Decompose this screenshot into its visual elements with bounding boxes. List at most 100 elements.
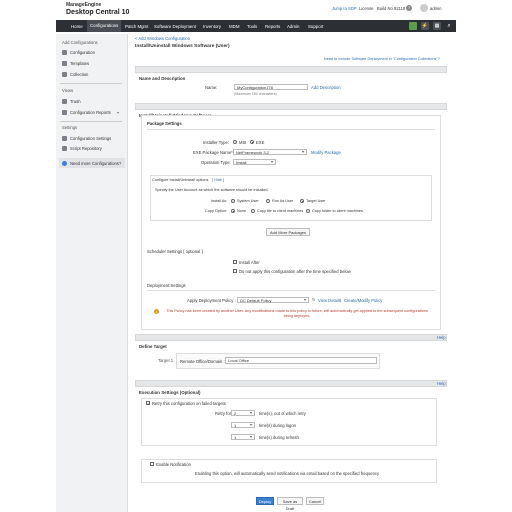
- install-as-runas-radio[interactable]: [266, 199, 270, 203]
- retry-checkbox[interactable]: [146, 401, 150, 406]
- configure-options-title: Configure Install/Uninstall options: [152, 178, 209, 182]
- exe-package-label: EXE Package Name*:: [193, 150, 234, 155]
- chevron-down-icon: ▾: [250, 434, 253, 439]
- sidebar-item-collection[interactable]: Collection: [62, 71, 122, 79]
- installer-msi-radio[interactable]: [233, 140, 237, 144]
- jump-to-sdp-link[interactable]: Jump to SDP: [332, 6, 357, 11]
- modify-package-link[interactable]: Modify Package: [311, 150, 341, 155]
- policy-warning-text: This Policy has been created by another …: [166, 309, 428, 318]
- view-details-link[interactable]: View Details: [318, 298, 341, 303]
- nav-patch-mgmt[interactable]: Patch Mgmt: [125, 24, 148, 29]
- add-description-link[interactable]: Add Description: [311, 85, 341, 90]
- copy-folder-radio[interactable]: [306, 209, 310, 213]
- nav-software-deployment[interactable]: Software Deployment: [154, 24, 196, 29]
- sidebar-item-label: Configuration: [70, 50, 95, 55]
- do-not-apply-checkbox[interactable]: [233, 269, 237, 273]
- operation-type-select[interactable]: Install: [233, 159, 276, 165]
- retry-for-label: Retry for: [215, 411, 232, 416]
- breadcrumb[interactable]: < Add Windows Configuration: [135, 36, 190, 41]
- copy-option-label: Copy Option:: [205, 209, 228, 213]
- install-section-header: Install/Uninstall Windows Software: [135, 103, 447, 118]
- bolt-icon[interactable]: ⚡: [421, 22, 429, 30]
- chevron-down-icon: ▾: [117, 110, 120, 115]
- need-more-label: Need more Configurations?: [70, 160, 122, 166]
- retry-count-text: time(s), out of which retry: [259, 411, 307, 416]
- package-settings-title: Package Settings: [147, 121, 182, 126]
- brand-line1: ManageEngine: [66, 2, 102, 8]
- copy-file-label: Copy file to client machines: [257, 209, 304, 213]
- install-as-system-label: System User: [237, 199, 259, 203]
- installer-exe-radio[interactable]: [250, 140, 254, 144]
- apply-policy-label: Apply Deployment Policy :: [187, 298, 236, 303]
- divider: [60, 121, 122, 122]
- installer-type-label: Installer Type:: [203, 140, 229, 145]
- copy-file-radio[interactable]: [251, 209, 255, 213]
- sidebar-item-configuration[interactable]: Configuration: [62, 49, 122, 57]
- chevron-down-icon: ▾: [302, 149, 305, 154]
- install-after-checkbox[interactable]: [233, 260, 237, 264]
- cancel-button[interactable]: Cancel: [306, 497, 324, 505]
- nav-inventory[interactable]: Inventory: [203, 24, 221, 29]
- brand-line2: Desktop Central 10: [66, 9, 130, 16]
- download-icon[interactable]: [409, 22, 417, 30]
- chevron-down-icon: ▾: [304, 297, 307, 302]
- deploy-button[interactable]: Deploy: [256, 497, 274, 505]
- hide-options-link[interactable]: [ Hide ]: [212, 178, 224, 183]
- warning-icon: !: [154, 309, 159, 314]
- nav-admin[interactable]: Admin: [287, 24, 299, 29]
- install-after-label: Install After: [239, 260, 260, 265]
- installer-exe-label: EXE: [256, 140, 265, 145]
- sidebar-item-trash[interactable]: Trash: [62, 98, 122, 106]
- need-more-configurations-link[interactable]: Need more Configurations?: [59, 158, 125, 168]
- target-help-link[interactable]: Help: [437, 335, 446, 340]
- avatar[interactable]: [420, 4, 428, 12]
- add-more-packages-button[interactable]: Add More Packages: [266, 228, 310, 236]
- install-as-label: Install As:: [211, 199, 228, 203]
- exe-package-select[interactable]: NetFramework 3.2: [233, 149, 307, 155]
- install-as-target-label: Target User: [306, 199, 326, 203]
- include-sw-deployment-link[interactable]: Need to include Software Deployment in "…: [324, 57, 440, 62]
- sidebar-item-label: Trash: [70, 99, 81, 104]
- enable-notification-checkbox[interactable]: [150, 462, 154, 466]
- deployment-policy-select[interactable]: DC Default Policy: [237, 297, 309, 303]
- nav-mdm[interactable]: MDM: [229, 24, 240, 29]
- execution-settings-header: Execution Settings (Optional): [135, 380, 447, 395]
- page-title: Install/Uninstall Windows Software (User…: [135, 44, 230, 49]
- remote-office-input[interactable]: Local Office: [225, 357, 377, 364]
- copy-none-label: None: [237, 209, 247, 213]
- nav-tools[interactable]: Tools: [247, 24, 257, 29]
- nav-configurations[interactable]: Configurations: [87, 20, 122, 32]
- separator: |: [340, 298, 342, 303]
- name-input[interactable]: MyConfiguration178: [234, 84, 308, 90]
- user-name[interactable]: admin: [430, 6, 441, 11]
- help-icon[interactable]: ?: [406, 5, 412, 11]
- search-icon[interactable]: ⌕: [445, 22, 453, 30]
- sidebar-section-views: Views: [62, 88, 74, 93]
- sidebar-item-configuration-reports[interactable]: Configuration Reports ▾: [62, 109, 124, 117]
- sidebar-item-configuration-settings[interactable]: Configuration Settings: [62, 135, 124, 143]
- nav-support[interactable]: Support: [308, 24, 323, 29]
- target-label: Target 1: [158, 358, 174, 363]
- execution-help-link[interactable]: Help: [437, 381, 446, 386]
- install-as-target-radio[interactable]: [300, 199, 304, 203]
- license-link[interactable]: License: [359, 6, 373, 11]
- refresh-icon[interactable]: ↻: [312, 297, 316, 302]
- save-as-draft-button[interactable]: Save as Draft: [277, 497, 303, 511]
- copy-none-radio[interactable]: [231, 209, 235, 213]
- sidebar-item-templates[interactable]: Templates: [62, 60, 122, 68]
- divider: [60, 83, 122, 84]
- sidebar-item-label: Configuration Settings: [70, 136, 112, 141]
- sidebar-item-script-repository[interactable]: Script Repository: [62, 145, 124, 153]
- templates-icon: [62, 61, 67, 66]
- define-target-header: Define Target: [135, 334, 447, 349]
- create-modify-policy-link[interactable]: Create/Modify Policy: [344, 298, 382, 303]
- nav-home[interactable]: Home: [71, 24, 83, 29]
- remote-office-label: Remote Office/Domain :: [180, 359, 225, 364]
- sidebar-item-label: Configuration Reports: [70, 110, 111, 115]
- grid-icon[interactable]: ▦: [433, 22, 441, 30]
- nav-reports[interactable]: Reports: [265, 24, 280, 29]
- build-number: Build No.92118: [377, 6, 406, 11]
- specify-user-text: Specify the User Account as which the so…: [155, 188, 269, 192]
- enable-notification-label: Enable Notification: [156, 462, 191, 467]
- install-as-system-radio[interactable]: [231, 199, 235, 203]
